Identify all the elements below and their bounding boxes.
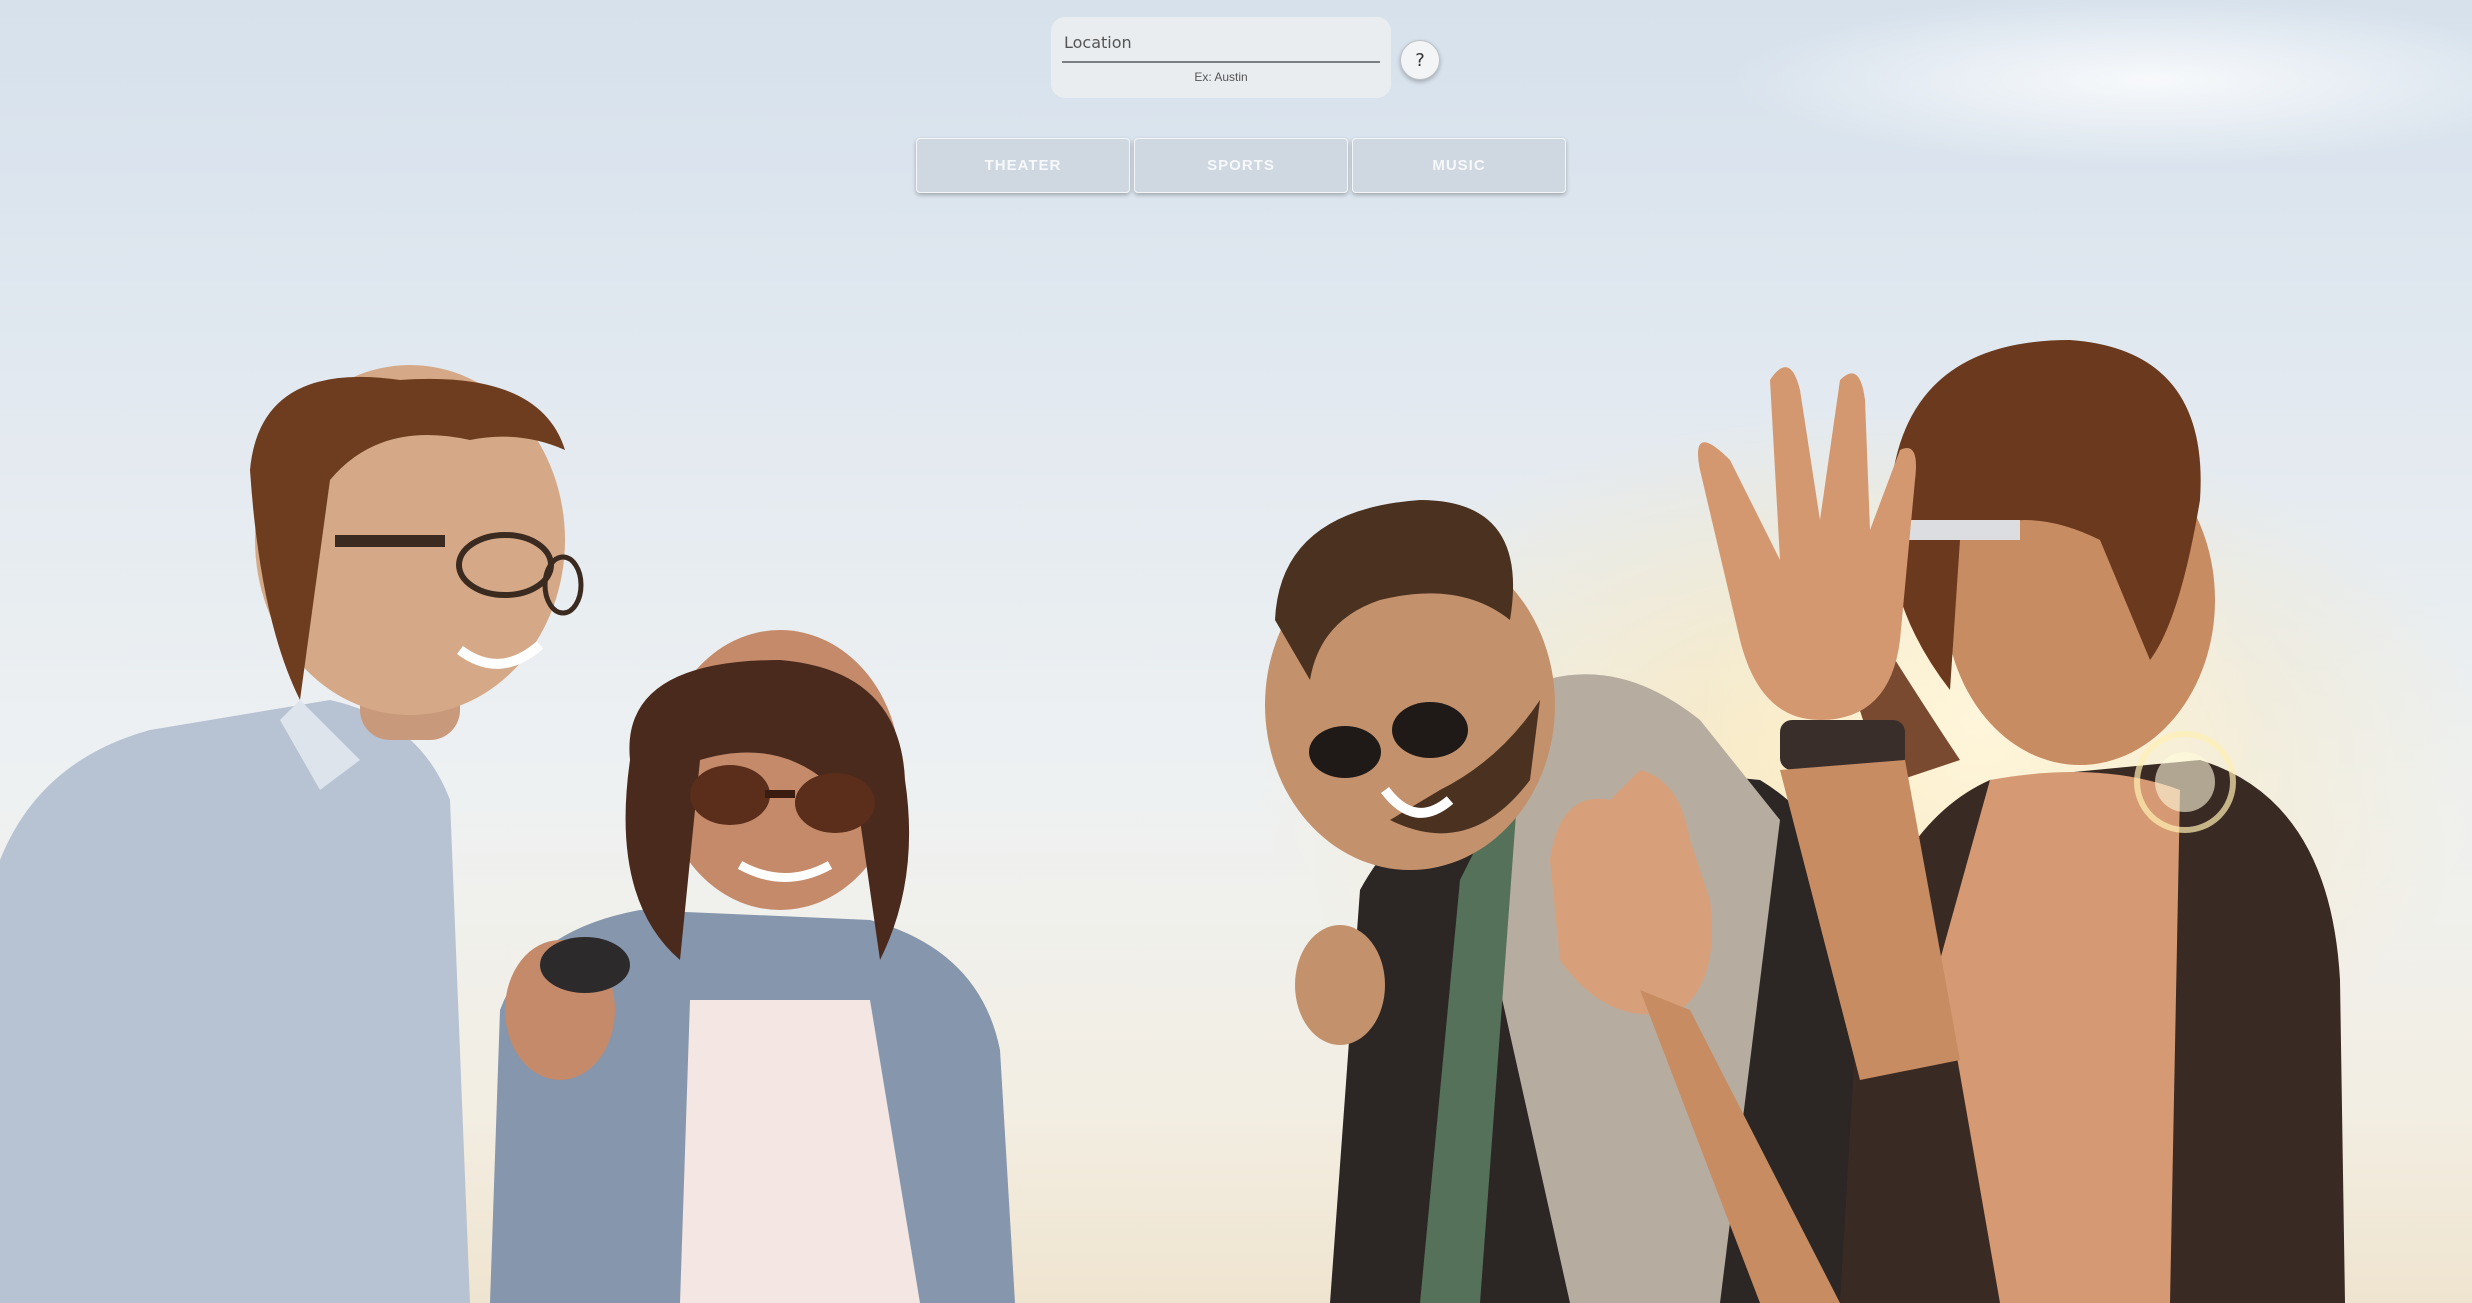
- sports-button[interactable]: SPORTS: [1134, 138, 1348, 193]
- friends-laughing-photo-icon: [0, 340, 2345, 1303]
- question-icon: ?: [1415, 49, 1425, 71]
- music-button[interactable]: MUSIC: [1352, 138, 1566, 193]
- background-photo: [0, 0, 2472, 1303]
- location-input[interactable]: [1062, 27, 1380, 63]
- theater-button[interactable]: THEATER: [916, 138, 1130, 193]
- category-buttons: THEATER SPORTS MUSIC: [916, 138, 1566, 193]
- help-button[interactable]: ?: [1400, 40, 1440, 80]
- location-hint: Ex: Austin: [1194, 70, 1248, 84]
- location-search-card: Ex: Austin: [1051, 17, 1391, 98]
